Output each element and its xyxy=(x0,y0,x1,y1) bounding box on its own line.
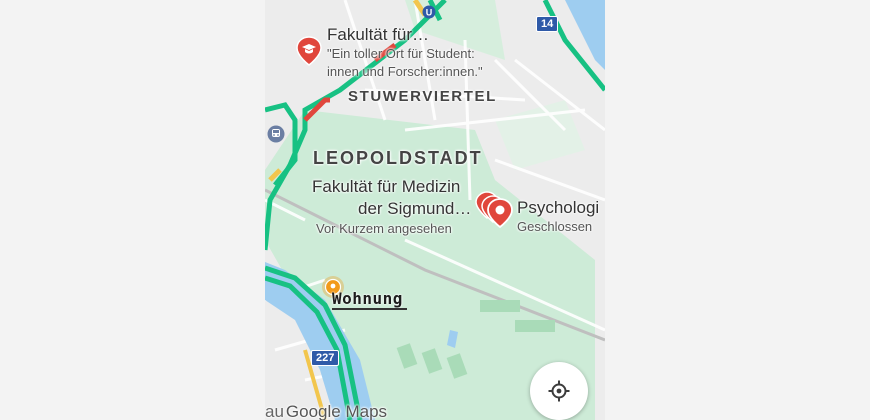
graduation-cap-icon[interactable] xyxy=(296,36,322,71)
red-pin-icon[interactable] xyxy=(487,198,513,233)
district-label-stuwerviertel: STUWERVIERTEL xyxy=(348,88,497,105)
place-title-fakultaet-top[interactable]: Fakultät für… xyxy=(327,25,429,45)
logo-text: Google Maps xyxy=(285,402,388,420)
google-maps-logo: au Google Maps xyxy=(265,402,387,420)
train-station-icon[interactable] xyxy=(267,125,285,148)
place-title-medizin-2[interactable]: der Sigmund… xyxy=(358,199,471,219)
road-shield-14: 14 xyxy=(536,16,559,32)
my-location-button[interactable] xyxy=(530,362,588,420)
place-subtitle-fakultaet-top-2: innen und Forscher:innen." xyxy=(327,64,483,79)
place-subtitle-psychologie: Geschlossen xyxy=(517,219,593,234)
place-subtitle-fakultaet-top-1: "Ein toller Ort für Student: xyxy=(327,46,475,61)
wohnung-underline xyxy=(332,308,407,310)
place-title-medizin-1[interactable]: Fakultät für Medizin xyxy=(312,177,460,197)
attribution-prefix: au xyxy=(265,402,284,420)
place-subtitle-medizin: Vor Kurzem angesehen xyxy=(316,221,452,236)
map-canvas[interactable]: 14 227 U STUWERVIERTEL LEOPOLDSTADT Faku… xyxy=(265,0,605,420)
svg-text:U: U xyxy=(426,8,433,18)
district-label-leopoldstadt: LEOPOLDSTADT xyxy=(313,148,483,168)
place-title-psychologie[interactable]: Psychologi xyxy=(517,198,599,218)
road-shield-227: 227 xyxy=(311,350,340,366)
crosshair-icon xyxy=(548,380,570,402)
u-bahn-icon[interactable]: U xyxy=(422,5,436,24)
saved-place-label-wohnung[interactable]: Wohnung xyxy=(332,289,403,308)
